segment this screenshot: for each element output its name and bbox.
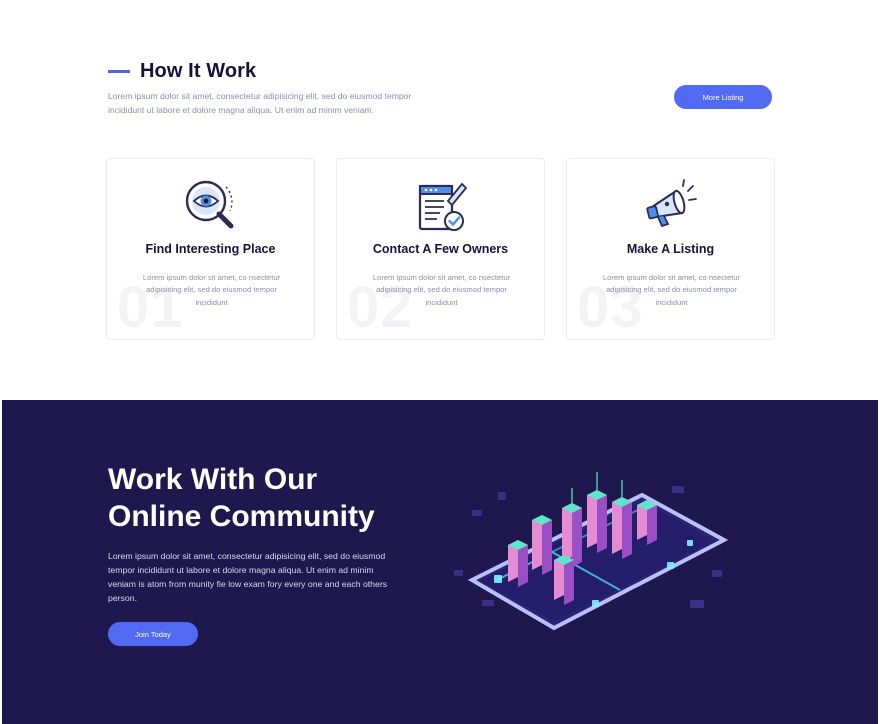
community-section: Work With Our Online Community Lorem ips… <box>2 400 878 724</box>
join-today-button[interactable]: Join Today <box>108 622 198 646</box>
more-listing-button[interactable]: More Listing <box>674 85 772 109</box>
step-title: Contact A Few Owners <box>372 242 509 256</box>
step-text: Lorem ipsum dolor sit amet, co nsectetur… <box>372 273 511 307</box>
how-it-works-section: How It Work Lorem ipsum dolor sit amet, … <box>0 0 880 400</box>
section-heading: How It Work <box>108 60 256 83</box>
step-text: Lorem ipsum dolor sit amet, co nsectetur… <box>602 273 741 307</box>
step-card-find-place[interactable]: Find Interesting Place 01 Lorem ipsum do… <box>106 158 315 340</box>
step-card-contact-owners[interactable]: Contact A Few Owners 02 Lorem ipsum dolo… <box>336 158 545 340</box>
heading-accent-bar <box>108 70 130 73</box>
step-title: Make A Listing <box>626 242 715 256</box>
megaphone-icon <box>642 177 700 235</box>
search-eye-icon <box>182 177 240 235</box>
isometric-city-phone-illustration <box>442 450 752 650</box>
community-title-line2: Online Community <box>108 500 375 533</box>
step-text: Lorem ipsum dolor sit amet, co nsectetur… <box>142 273 281 307</box>
community-description: Lorem ipsum dolor sit amet, consectetur … <box>108 551 388 603</box>
step-card-make-listing[interactable]: Make A Listing 03 Lorem ipsum dolor sit … <box>566 158 775 340</box>
clipboard-check-icon <box>412 177 470 235</box>
section-description: Lorem ipsum dolor sit amet, consectetur … <box>108 91 412 115</box>
community-title: Work With Our Online Community <box>108 461 428 535</box>
community-title-line1: Work With Our <box>108 463 318 496</box>
step-title: Find Interesting Place <box>145 242 276 256</box>
section-title: How It Work <box>140 60 257 82</box>
